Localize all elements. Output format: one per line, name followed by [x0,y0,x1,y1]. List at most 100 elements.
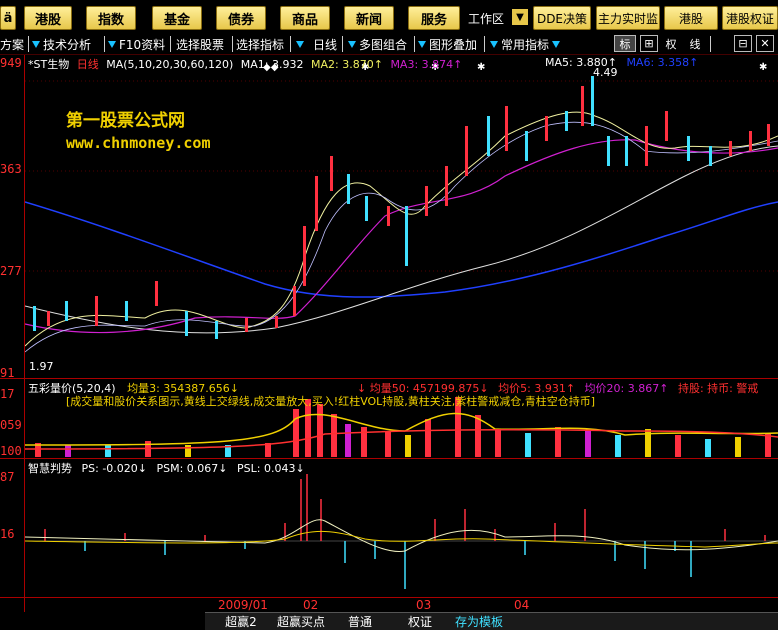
psm-value: PSM: 0.067↓ [156,462,228,475]
rights-icon[interactable]: 权 [662,35,680,52]
y-axis-label: 277 [0,264,22,278]
tech-analysis-label: 技术分析 [43,37,92,52]
news-button[interactable]: 新闻 [344,6,394,30]
ma2-value: MA2: 3.870↑ [311,58,383,71]
price-chart[interactable]: 1.97 4.49 ◆◆ ✱ ✱ ✱ ✱ [25,56,778,378]
y-axis-label: 87 [0,470,15,484]
volume-description: [成交量和股价关系图示,黄线上交绿线,成交量放大,买入!红柱VOL持股,黄柱关注… [66,395,596,408]
trend-chart[interactable] [25,459,778,597]
trend-bars [44,474,766,589]
volume-avg-line [25,412,778,446]
overlay-label: 图形叠加 [429,37,478,52]
service-button[interactable]: 服务 [408,6,460,30]
tab-chaoying2[interactable]: 超赢2 [212,612,270,630]
divider [28,36,29,52]
watermark-url: www.chnmoney.com [66,134,211,152]
dropdown-triangle-icon [552,40,561,48]
psl-line [25,531,778,548]
daily-line-menu[interactable]: 日线 [296,35,337,53]
index-button[interactable]: 指数 [86,6,136,30]
scheme-menu-label: 方案 [0,37,25,52]
bond-button[interactable]: 债券 [216,6,266,30]
dropdown-triangle-icon [418,40,426,48]
hk-stock-button-2[interactable]: 港股 [664,6,718,30]
divider [710,36,711,52]
f10-label: F10资料 [119,37,166,52]
time-label: 04 [514,598,530,612]
workzone-label[interactable]: 工作区 [468,10,504,27]
multi-chart-label: 多图组合 [359,37,408,52]
divider [342,36,343,52]
y-axis-label: 100 [0,444,22,458]
y-axis-label: 16 [0,527,15,541]
select-stock-menu[interactable]: 选择股票 [176,35,224,53]
select-indicator-menu[interactable]: 选择指标 [236,35,284,53]
divider [170,36,171,52]
ma5-legend: MA5: 3.880↑ MA6: 3.358↑ [545,56,698,69]
time-label: 02 [303,598,319,612]
stock-name: *ST生物 [28,58,70,71]
svg-text:✱: ✱ [759,62,767,73]
dde-decision-button[interactable]: DDE决策 [533,6,591,30]
trend-legend: 智慧判势 PS: -0.020↓ PSM: 0.067↓ PSL: 0.043↓ [28,460,305,476]
tab-chaoying-buypoint[interactable]: 超赢买点 [272,612,330,630]
time-label: 03 [416,598,432,612]
dropdown-triangle-icon [108,40,116,48]
hk-stock-button[interactable]: 港股 [24,6,72,30]
dropdown-triangle-icon [32,40,40,48]
hk-warrant-button[interactable]: 港股权证 [722,6,778,30]
ma6-value: MA6: 3.358↑ [626,56,699,69]
y-axis-label: 17 [0,387,15,401]
low-price-label: 1.97 [29,360,54,373]
scheme-menu[interactable]: 方案 [0,35,24,53]
time-label: 2009/01 [218,598,268,612]
multi-chart-menu[interactable]: 多图组合 [348,35,407,53]
main-chart-legend: *ST生物 日线 MA(5,10,20,30,60,120) MA1: 3.93… [28,56,462,72]
tab-normal[interactable]: 普通 [332,612,388,630]
y-axis-label: 363 [0,162,22,176]
ma5-value: MA5: 3.880↑ [545,56,617,69]
tech-analysis-menu[interactable]: 技术分析 [32,35,91,53]
close-icon[interactable]: ✕ [756,35,774,52]
ma120-line [25,201,778,298]
commodity-button[interactable]: 商品 [280,6,330,30]
common-indicator-label: 常用指标 [501,37,550,52]
ma-spec: MA(5,10,20,30,60,120) [106,58,234,71]
overlay-menu[interactable]: 图形叠加 [418,35,477,53]
y-axis-label: 949 [0,56,22,70]
daily-line-label: 日线 [313,37,338,52]
divider [414,36,415,52]
tab-save-template[interactable]: 存为模板 [450,612,508,630]
select-indicator-label: 选择指标 [236,37,285,52]
common-indicator-menu[interactable]: 常用指标 [490,35,563,53]
topbar-left-button[interactable]: ä [0,6,16,30]
ma3-value: MA3: 3.874↑ [390,58,463,71]
standard-icon[interactable]: 标 [614,35,636,52]
ps-value: PS: -0.020↓ [81,462,148,475]
tab-warrant[interactable]: 权证 [392,612,448,630]
divider [104,36,105,52]
psl-value: PSL: 0.043↓ [237,462,305,475]
dropdown-triangle-icon [490,40,498,48]
svg-text:✱: ✱ [477,62,485,73]
ma1-value: MA1: 3.932 [240,58,304,71]
psm-line [25,519,778,553]
line-icon[interactable]: 线 [686,35,704,52]
trend-title: 智慧判势 [28,462,72,475]
price-avg20: 均价20: 3.867↑ [584,382,669,395]
main-monitor-button[interactable]: 主力实时监 [596,6,660,30]
chevron-down-icon[interactable]: ▼ [512,9,528,25]
y-axis-label: 91 [0,366,15,380]
grid-icon[interactable]: ⊞ [640,35,658,52]
hold-status: 持股: 持币: 警戒 [677,382,759,395]
dropdown-triangle-icon [348,40,356,48]
f10-menu[interactable]: F10资料 [108,35,165,53]
divider [484,36,485,52]
time-axis [205,598,778,612]
window-icon[interactable]: ⊟ [734,35,752,52]
y-axis-label: 059 [0,418,22,432]
watermark-title: 第一股票公式网 [66,111,185,131]
divider [232,36,233,52]
period-label: 日线 [76,58,99,71]
fund-button[interactable]: 基金 [152,6,202,30]
